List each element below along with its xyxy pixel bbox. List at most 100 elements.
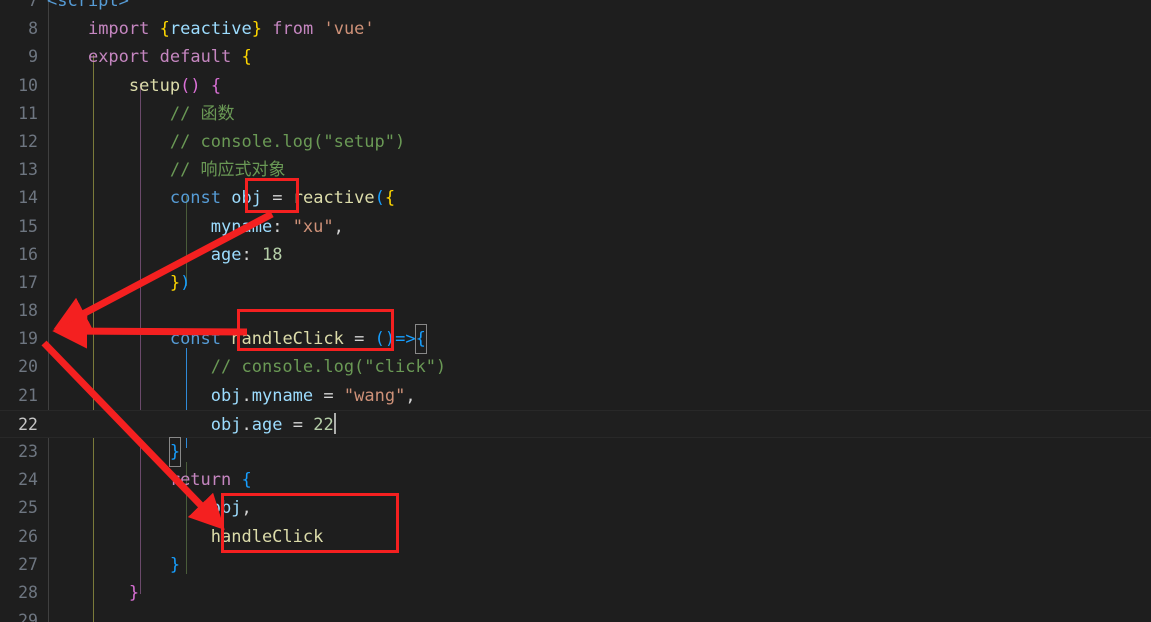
token-from: from: [272, 19, 314, 40]
code-line-18[interactable]: 18: [0, 297, 1151, 325]
token-comment: // 函数: [169, 103, 235, 124]
code-line-28[interactable]: 28 }: [0, 579, 1151, 607]
token-obj-ref: obj: [210, 414, 242, 435]
line-number: 13: [18, 160, 38, 180]
line-content: export default {: [47, 43, 252, 71]
code-line-15[interactable]: 15 myname: "xu",: [0, 213, 1151, 241]
code-line-7[interactable]: 7 <script>: [0, 0, 1151, 15]
code-line-29[interactable]: 29: [0, 607, 1151, 622]
code-line-26[interactable]: 26 handleClick: [0, 523, 1151, 551]
token-brace-close: }: [251, 19, 263, 40]
line-number: 23: [18, 442, 38, 461]
line-content: obj,: [47, 494, 252, 522]
line-content: obj.age = 22: [47, 411, 336, 439]
token-number-18: 18: [261, 244, 283, 265]
line-content: }): [47, 269, 191, 297]
token-brace: {: [241, 470, 252, 491]
code-line-9[interactable]: 9 export default {: [0, 43, 1151, 71]
line-number: 10: [18, 75, 38, 95]
code-line-11[interactable]: 11 // 函数: [0, 100, 1151, 128]
line-content: // console.log("setup"): [47, 128, 405, 156]
line-number: 20: [18, 357, 38, 377]
line-number: 16: [18, 244, 38, 264]
token-obj-decl: obj: [231, 188, 262, 209]
code-line-25[interactable]: 25 obj,: [0, 494, 1151, 522]
token-setup-fn: setup: [128, 75, 181, 96]
code-line-20[interactable]: 20 // console.log("click"): [0, 353, 1151, 381]
token-brace-matching: {: [414, 324, 427, 355]
code-line-16[interactable]: 16 age: 18: [0, 241, 1151, 269]
token-string-wang: "wang": [343, 385, 406, 406]
token-default: default: [159, 47, 232, 68]
token-equals: =: [323, 385, 334, 406]
line-number: 19: [18, 329, 38, 349]
text-cursor: [333, 412, 336, 434]
code-line-27[interactable]: 27 }: [0, 551, 1151, 579]
line-content: // 响应式对象: [47, 156, 286, 184]
token-equals: =: [272, 188, 283, 209]
token-equals: =: [354, 329, 365, 350]
line-number: 18: [18, 301, 38, 321]
token-brace: }: [169, 272, 181, 293]
code-lines: 7 <script> 8 import {reactive} from 'vue…: [0, 0, 1151, 622]
token-obj-ref: obj: [210, 385, 242, 406]
line-number: 24: [18, 470, 38, 490]
line-content: const obj = reactive({: [47, 184, 395, 212]
code-line-22-active[interactable]: 22 obj.age = 22: [0, 409, 1151, 439]
token-number-22: 22: [313, 414, 334, 435]
code-line-19[interactable]: 19 const handleClick = ()=>{: [0, 324, 1151, 355]
code-line-24[interactable]: 24 return {: [0, 466, 1151, 494]
token-brace-open: {: [159, 19, 170, 40]
token-script-tag: <script>: [47, 0, 129, 11]
code-line-17[interactable]: 17 }): [0, 269, 1151, 297]
line-content: <script>: [47, 0, 129, 15]
code-line-14[interactable]: 14 const obj = reactive({: [0, 184, 1151, 212]
line-number: 27: [18, 554, 38, 574]
code-line-13[interactable]: 13 // 响应式对象: [0, 156, 1151, 184]
line-number: 15: [18, 216, 38, 236]
token-paren: ): [180, 272, 191, 293]
code-line-21[interactable]: 21 obj.myname = "wang",: [0, 382, 1151, 410]
line-number: 11: [18, 103, 38, 123]
token-reactive: reactive: [169, 19, 252, 40]
token-paren: (: [374, 188, 385, 209]
token-const: const: [169, 188, 222, 209]
token-arrow-fn: ()=>: [374, 329, 416, 350]
token-dot: .: [241, 385, 252, 406]
line-content: myname: "xu",: [47, 213, 344, 241]
code-line-23[interactable]: 23 }: [0, 436, 1151, 468]
token-comment: // console.log("setup"): [169, 131, 406, 152]
line-number: 22: [18, 414, 38, 434]
token-equals: =: [292, 414, 303, 435]
line-content: return {: [47, 466, 252, 494]
token-brace: }: [128, 582, 140, 603]
token-comma: ,: [241, 498, 252, 519]
code-line-10[interactable]: 10 setup() {: [0, 72, 1151, 100]
line-content: handleClick: [47, 523, 324, 551]
code-line-12[interactable]: 12 // console.log("setup"): [0, 128, 1151, 156]
code-editor[interactable]: 7 <script> 8 import {reactive} from 'vue…: [0, 0, 1151, 622]
token-handleclick-decl: handleClick: [231, 329, 344, 350]
line-content: setup() {: [47, 72, 221, 100]
token-comment: // 响应式对象: [169, 160, 286, 181]
token-brace-matching: }: [168, 436, 182, 468]
token-const: const: [169, 329, 222, 350]
line-content: }: [47, 551, 180, 579]
code-line-8[interactable]: 8 import {reactive} from 'vue': [0, 15, 1151, 43]
line-content: }: [47, 579, 139, 607]
line-number: 29: [18, 611, 38, 622]
line-content: // 函数: [47, 100, 235, 128]
token-comment: // console.log("click"): [210, 357, 447, 378]
token-obj-return: obj: [210, 498, 242, 519]
line-number: 14: [18, 188, 38, 208]
token-string-xu: "xu": [292, 216, 334, 237]
token-export: export: [87, 47, 150, 68]
line-number: 21: [18, 385, 38, 405]
token-brace: {: [241, 47, 252, 68]
line-number: 25: [18, 498, 38, 518]
token-comma: ,: [333, 216, 344, 237]
line-content: age: 18: [47, 241, 283, 269]
token-import: import: [87, 19, 150, 40]
line-number: 7: [28, 0, 38, 10]
token-reactive-call: reactive: [292, 188, 375, 209]
